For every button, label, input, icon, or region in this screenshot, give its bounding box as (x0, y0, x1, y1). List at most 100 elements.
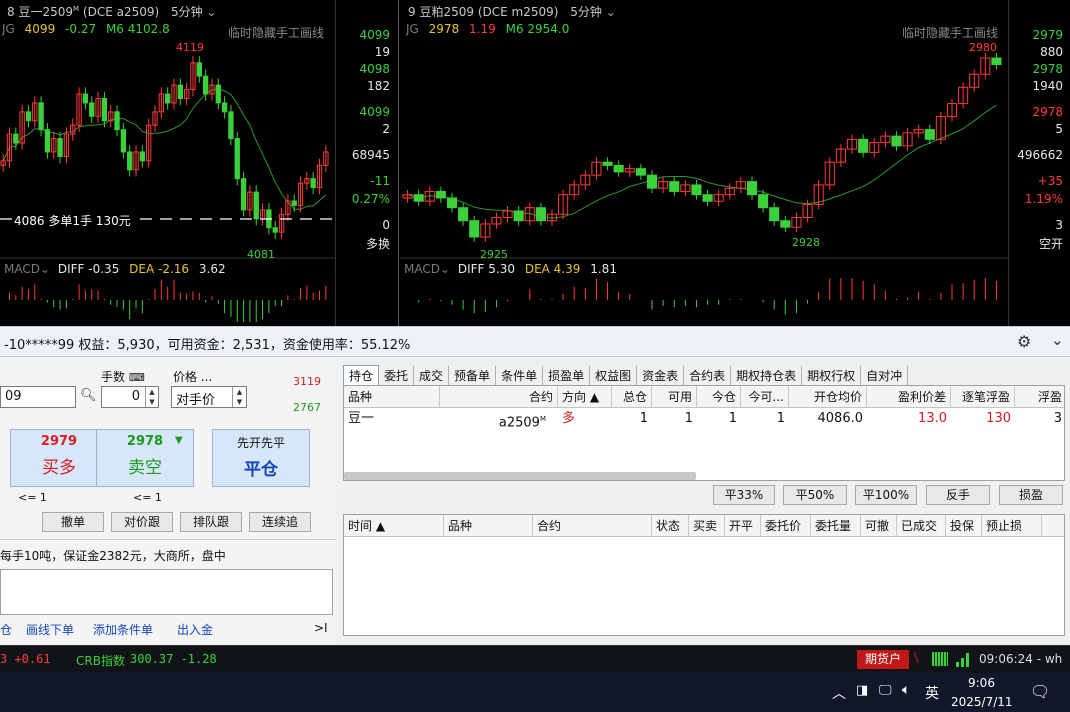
candle (613, 164, 624, 173)
tab-conditional[interactable]: 条件单 (496, 366, 544, 386)
col-contract[interactable]: 合约 (533, 515, 652, 537)
gear-icon[interactable]: ⚙ (1017, 332, 1031, 351)
candle (891, 135, 902, 147)
candle (44, 129, 51, 153)
tab-option-positions[interactable]: 期权持仓表 (731, 366, 803, 386)
col-today[interactable]: 今仓 (697, 386, 741, 408)
tab-option-exercise[interactable]: 期权行权 (802, 366, 862, 386)
col-side[interactable]: 买卖 (689, 515, 725, 537)
candle (38, 102, 44, 131)
taskbar-time[interactable]: 9:06 (968, 676, 995, 690)
stop-profit-button[interactable]: 损盈 (999, 485, 1063, 505)
axis-label: 880 (1040, 45, 1063, 59)
col-status[interactable]: 状态 (652, 515, 689, 537)
tab-funds[interactable]: 资金表 (637, 366, 685, 386)
pane-divider[interactable] (398, 0, 399, 326)
tab-contracts[interactable]: 合约表 (684, 366, 732, 386)
tab-self-hedge[interactable]: 自对冲 (861, 366, 909, 386)
close-50-button[interactable]: 平50% (783, 485, 847, 505)
deposit-withdraw-link[interactable]: 出入金 (177, 621, 213, 638)
col-variety[interactable]: 品种 (444, 515, 533, 537)
axis-label: 182 (367, 79, 390, 93)
quote-ticker[interactable]: 3 +0.61 (0, 652, 51, 666)
col-today-avail[interactable]: 今可... (741, 386, 789, 408)
chase-button[interactable]: 连续追 (249, 512, 311, 532)
candlestick-chart-right[interactable] (400, 0, 1008, 326)
stepper-arrows[interactable]: ▲ ▼ (145, 387, 158, 407)
col-open-close[interactable]: 开平 (725, 515, 761, 537)
col-contract[interactable]: 合约 (440, 386, 558, 408)
tab-orders[interactable]: 委托 (379, 366, 415, 386)
network-icon[interactable]: 🖵︎ (879, 683, 892, 698)
buy-long-button[interactable]: 2979 买多 (10, 429, 108, 487)
cell-today: 1 (728, 411, 737, 426)
tab-equity-chart[interactable]: 权益图 (590, 366, 638, 386)
candle (196, 62, 202, 77)
ime-indicator[interactable]: 英 (925, 683, 939, 703)
col-filled[interactable]: 已成交 (897, 515, 946, 537)
crb-label[interactable]: CRB指数 (76, 652, 125, 669)
keyboard-icon[interactable]: ⌨ (129, 371, 145, 384)
price-stepper-arrows[interactable]: ▲ ▼ (232, 387, 246, 407)
draw-line-order-link[interactable]: 画线下单 (26, 621, 74, 638)
add-condition-link[interactable]: 添加条件单 (93, 621, 153, 638)
chart-pane-right[interactable]: 9 豆粕2509 (DCE m2509) 5分钟 ⌄ JG 2978 1.19 … (400, 0, 1070, 326)
close-100-button[interactable]: 平100% (855, 485, 917, 505)
close-33-button[interactable]: 平33% (713, 485, 775, 505)
col-hedge[interactable]: 投保 (946, 515, 982, 537)
notification-icon[interactable]: 🗨︎ (1030, 682, 1050, 701)
col-stop-loss[interactable]: 预止损 (982, 515, 1042, 537)
col-variety[interactable]: 品种 (344, 386, 440, 408)
account-type-badge[interactable]: 期货户 (857, 650, 910, 669)
col-total[interactable]: 总仓 (612, 386, 652, 408)
cancel-order-button[interactable]: 撤单 (42, 512, 104, 532)
queue-follow-button[interactable]: 排队跟 (180, 512, 242, 532)
col-order-price[interactable]: 委托价 (761, 515, 811, 537)
order-form: 09 🔍︎ 手数 ⌨ 0 ▲ ▼ 价格 ... 对手价 ▲ ▼ 3119 2767 … (0, 357, 336, 646)
col-float-pnl[interactable]: 逐笔浮盈 (951, 386, 1015, 408)
position-link[interactable]: 仓 (0, 621, 12, 638)
ma-line (407, 104, 997, 219)
grid-icon[interactable] (932, 652, 948, 666)
collapse-icon[interactable]: ⌄ (1051, 331, 1064, 349)
horizontal-scrollbar[interactable] (344, 472, 696, 480)
tab-positions[interactable]: 持仓 (343, 365, 380, 385)
price-label[interactable]: 价格 ... (173, 368, 212, 385)
tab-prepared[interactable]: 预备单 (449, 366, 497, 386)
candlestick-chart-left[interactable] (0, 0, 335, 326)
col-avg-price[interactable]: 开仓均价 (789, 386, 867, 408)
col-direction[interactable]: 方向 ▲ (558, 386, 612, 408)
taskbar-date[interactable]: 2025/7/11 (951, 695, 1013, 709)
sell-short-button[interactable]: 2978 ▼ 卖空 (96, 429, 194, 487)
volume-icon[interactable]: 🔈︎ (902, 682, 910, 698)
chevron-up-icon[interactable]: ︿ (832, 683, 846, 703)
search-icon[interactable]: 🔍︎ (80, 388, 97, 403)
col-time[interactable]: 时间 ▲ (344, 515, 444, 537)
col-cancelable[interactable]: 可撤 (861, 515, 897, 537)
axis-label: 4099 (359, 28, 390, 42)
col-float[interactable]: 浮盈 (1015, 386, 1066, 408)
candle (234, 138, 240, 180)
col-profit-diff[interactable]: 盈利价差 (867, 386, 951, 408)
candle (177, 84, 183, 99)
tab-trades[interactable]: 成交 (414, 366, 450, 386)
tab-stop-profit[interactable]: 损盈单 (543, 366, 591, 386)
close-position-button[interactable]: 先开先平 平仓 (212, 429, 310, 487)
diff-value: DIFF 5.30 (457, 262, 515, 276)
meet-icon[interactable]: ◨ (856, 683, 868, 698)
tab-bar: 持仓 委托 成交 预备单 条件单 损盈单 权益图 资金表 合约表 期权持仓表 期权行权 自对冲 (343, 365, 909, 386)
high-label: 4119 (176, 41, 204, 54)
table-row[interactable]: 豆一 a2509M 多 1 1 1 1 4086.0 13.0 130 3 (344, 408, 1064, 430)
order-line-label[interactable]: 4086 多单1手 130元 (12, 212, 133, 229)
col-order-qty[interactable]: 委托量 (811, 515, 861, 537)
axis-label: 2979 (1032, 28, 1063, 42)
reverse-button[interactable]: 反手 (926, 485, 990, 505)
col-available[interactable]: 可用 (652, 386, 697, 408)
candle (535, 207, 546, 222)
contract-input[interactable]: 09 (0, 386, 76, 408)
expand-icon[interactable]: >I (314, 621, 328, 635)
candle (746, 181, 758, 196)
chart-pane-left[interactable]: 8 豆一2509M (DCE a2509) 5分钟 ⌄ JG 4099 -0.2… (0, 0, 398, 326)
macd-value: 1.81 (590, 262, 617, 276)
opp-price-follow-button[interactable]: 对价跟 (111, 512, 173, 532)
